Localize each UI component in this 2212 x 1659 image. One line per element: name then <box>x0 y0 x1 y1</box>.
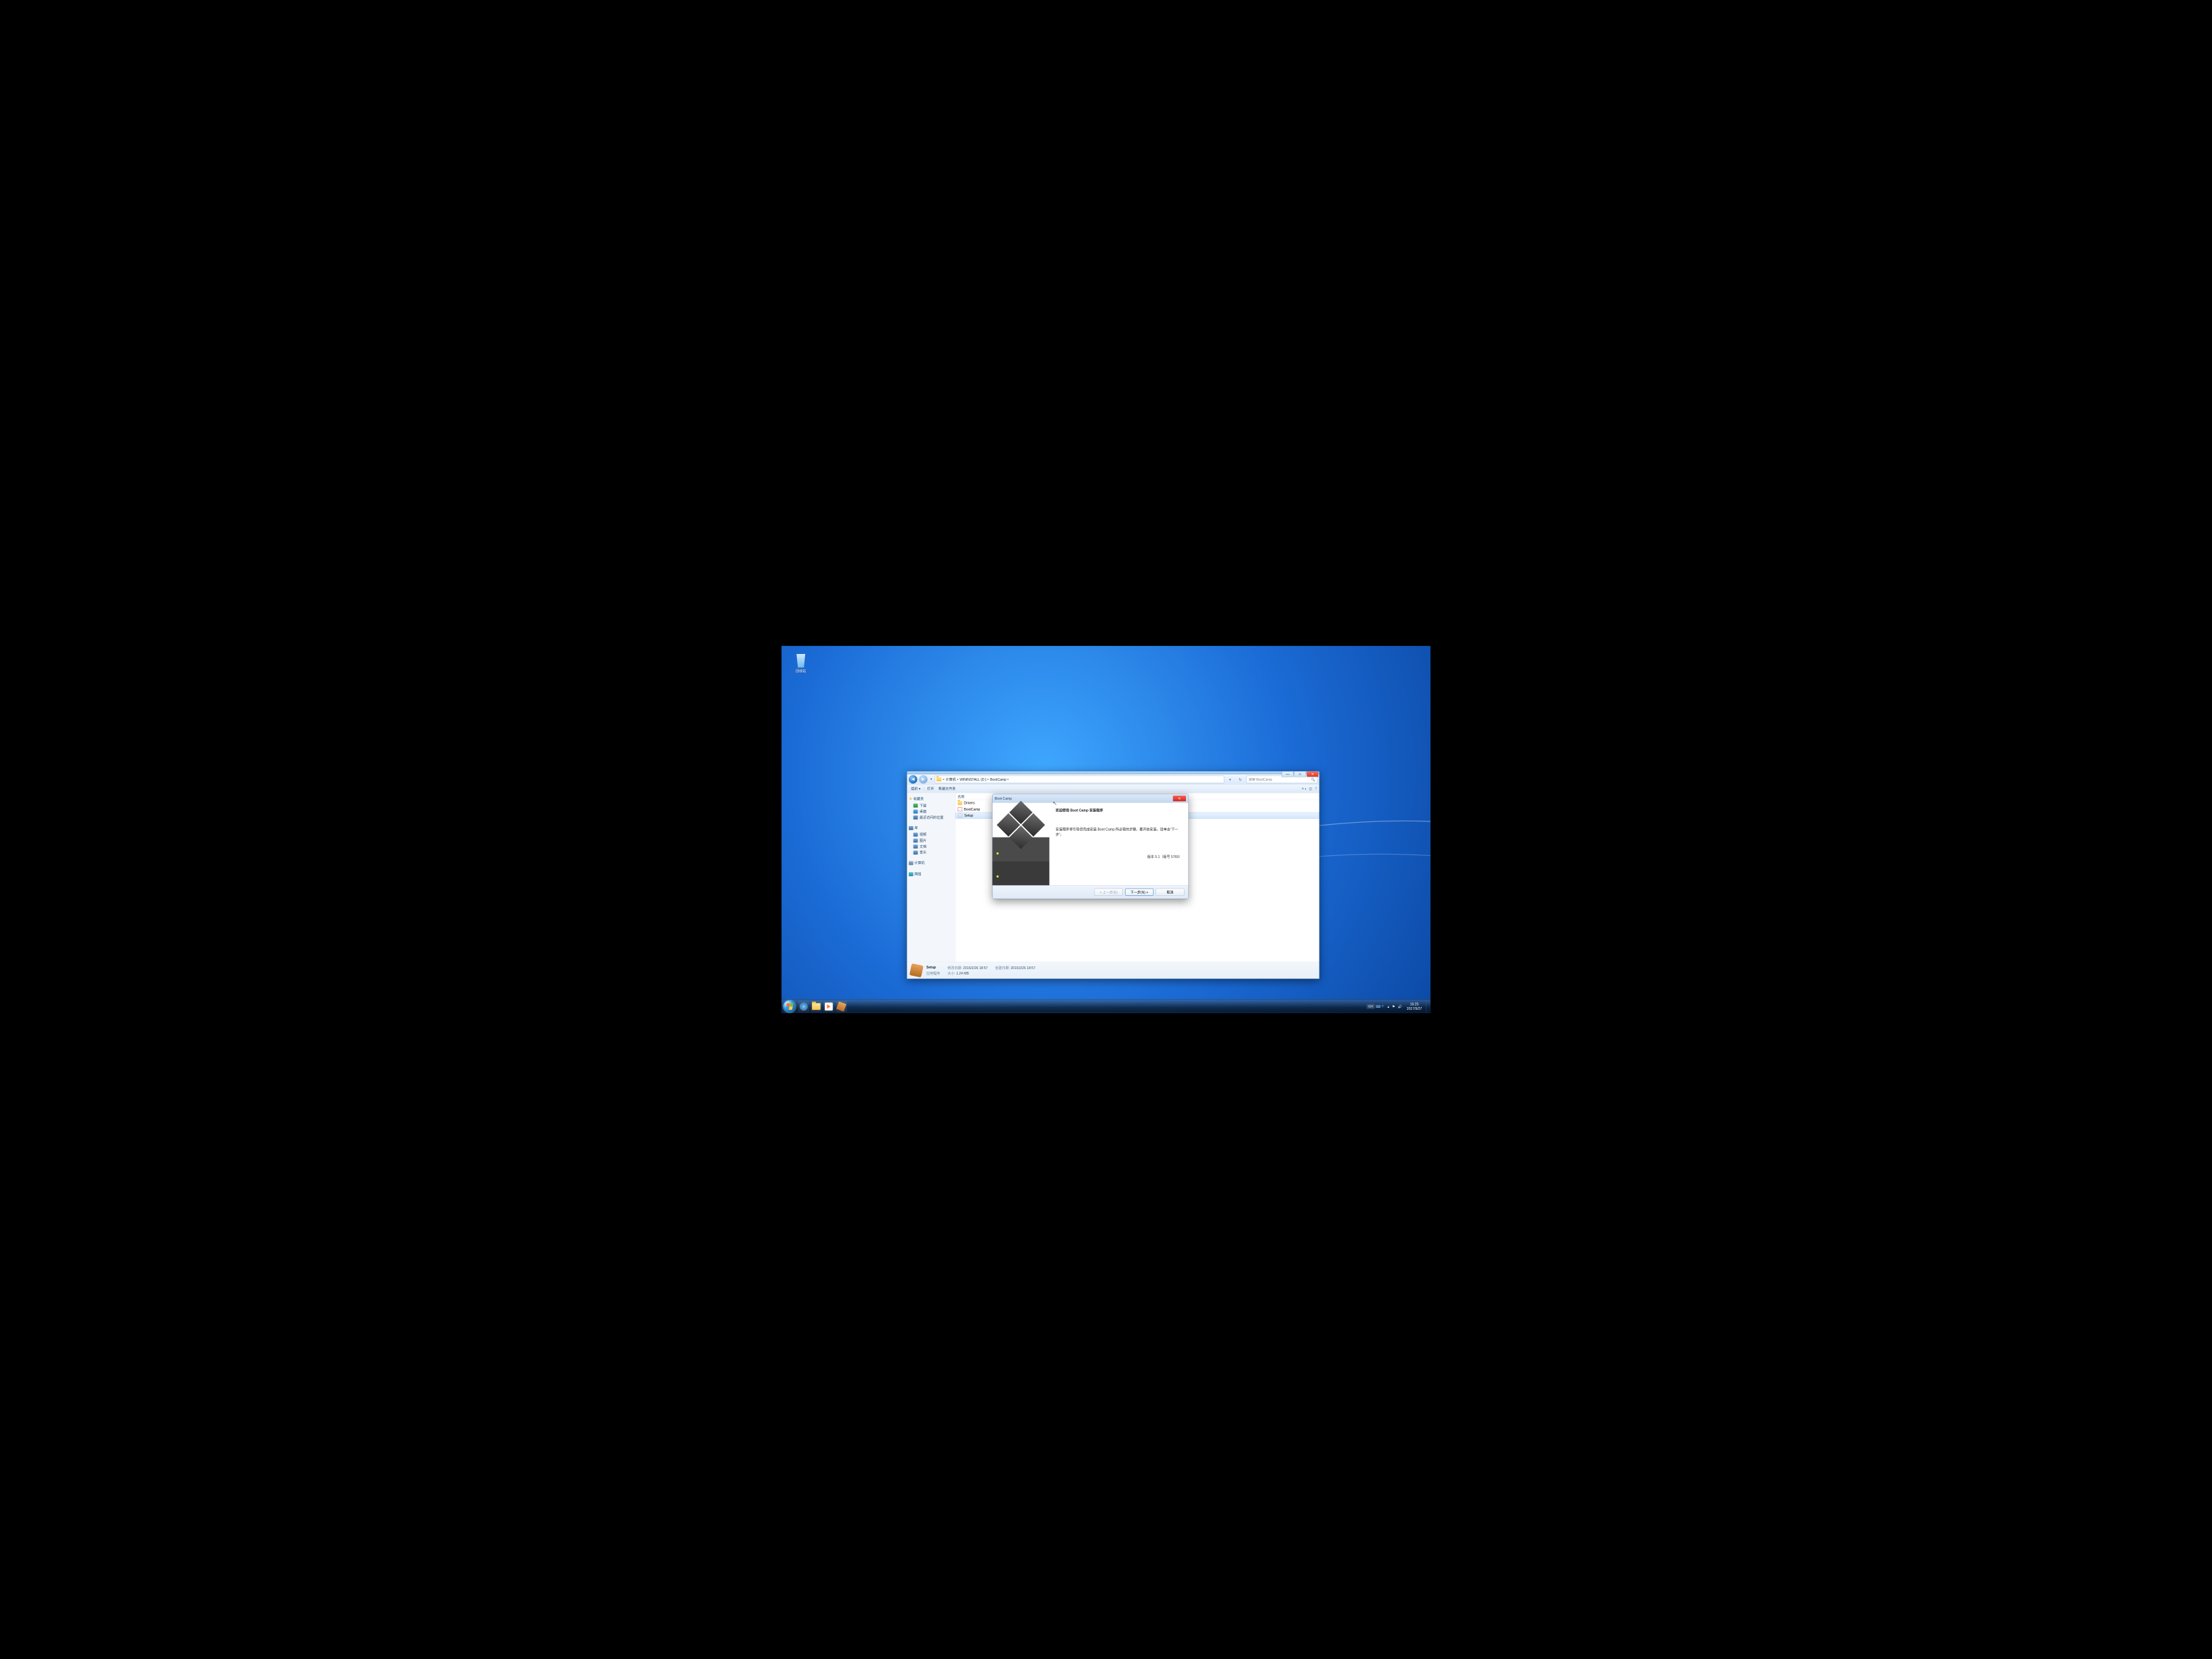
window-titlebar[interactable]: — □ ✕ <box>907 771 1319 774</box>
setup-icon <box>836 1001 846 1011</box>
show-desktop-button[interactable] <box>1426 1001 1429 1012</box>
breadcrumb[interactable]: ▸ 计算机 ▸ WININSTALL (D:) ▸ BootCamp ▸ <box>935 775 1225 783</box>
cancel-button[interactable]: 取消 <box>1156 888 1185 896</box>
back-button[interactable]: < 上一步(B) <box>1094 888 1123 896</box>
nav-music[interactable]: 音乐 <box>908 849 954 855</box>
nav-pictures[interactable]: 图片 <box>908 838 954 844</box>
nav-documents[interactable]: 文档 <box>908 844 954 850</box>
nav-videos[interactable]: 视频 <box>908 832 954 838</box>
keyboard-help-icon[interactable]: ⌨ ? <box>1376 1004 1383 1008</box>
address-dropdown-icon[interactable]: ▾ <box>1226 777 1235 781</box>
details-type: 应用程序 <box>926 970 940 975</box>
recycle-bin-icon <box>794 654 808 668</box>
details-pane: Setup 修改日期: 2015/2/26 18:57 创建日期: 2015/2… <box>907 962 1319 979</box>
nav-recent[interactable]: 最近访问的位置 <box>908 815 954 821</box>
bootcamp-logo-icon <box>997 801 1045 849</box>
taskbar-setup[interactable] <box>836 1001 847 1012</box>
dialog-body-text: 安装程序将引导您完成安装 Boot Camp 所必需的步骤。要开始安装，请单击“… <box>1056 827 1182 837</box>
recycle-bin-label: 回收站 <box>790 669 813 674</box>
nav-desktop[interactable]: 桌面 <box>908 808 954 815</box>
dialog-version: 版本 5.1（版号 5769） <box>1056 855 1182 859</box>
close-button[interactable]: ✕ <box>1307 771 1319 777</box>
media-player-icon <box>825 1002 833 1010</box>
maximize-button[interactable]: □ <box>1294 771 1307 777</box>
crumb-folder[interactable]: BootCamp <box>989 777 1007 781</box>
system-tray[interactable]: ▴ ⚑ 🔊 <box>1387 1004 1402 1008</box>
address-bar: ◄ ► ▼ ▸ 计算机 ▸ WININSTALL (D:) ▸ BootCamp… <box>907 775 1319 785</box>
toolbar: 组织 ▾ | 打开 新建文件夹 ≡ ▾ ◫ ? <box>907 785 1319 794</box>
taskbar-clock[interactable]: 16:25 2017/9/27 <box>1407 1002 1422 1010</box>
volume-icon[interactable]: 🔊 <box>1398 1004 1402 1008</box>
dialog-title: Boot Camp <box>995 796 1012 800</box>
favorites-header[interactable]: ★收藏夹 <box>909 796 953 801</box>
view-options-icon[interactable]: ≡ ▾ <box>1302 787 1306 791</box>
new-folder-button[interactable]: 新建文件夹 <box>937 785 957 792</box>
xml-file-icon <box>958 807 962 811</box>
installer-dialog: Boot Camp ✕ 欢迎使用 Boot Camp 安装程序 安装程序将引导您… <box>992 794 1189 899</box>
open-button[interactable]: 打开 <box>926 785 936 792</box>
libraries-header[interactable]: 库 <box>909 825 953 830</box>
dialog-button-row: < 上一步(B) 下一步(N) > 取消 <box>992 885 1188 899</box>
network-header[interactable]: 网络 <box>909 872 953 876</box>
desktop: 回收站 — □ ✕ ◄ ► ▼ ▸ 计算机 ▸ WININS <box>781 646 1431 1013</box>
folder-icon <box>958 801 962 805</box>
crumb-root[interactable]: 计算机 <box>945 777 957 781</box>
tray-up-icon[interactable]: ▴ <box>1387 1004 1389 1008</box>
back-button[interactable]: ◄ <box>909 775 918 784</box>
selected-file-icon <box>909 963 924 977</box>
dialog-close-button[interactable]: ✕ <box>1173 796 1186 801</box>
location-icon <box>937 777 942 781</box>
forward-button[interactable]: ► <box>919 775 928 784</box>
help-icon[interactable]: ? <box>1315 787 1317 791</box>
dialog-heading: 欢迎使用 Boot Camp 安装程序 <box>1056 808 1182 813</box>
organize-button[interactable]: 组织 ▾ <box>909 785 922 792</box>
nav-downloads[interactable]: 下载 <box>908 802 954 808</box>
taskbar-explorer[interactable] <box>811 1001 822 1012</box>
preview-pane-icon[interactable]: ◫ <box>1309 787 1312 791</box>
ie-icon <box>799 1002 808 1011</box>
ime-indicator[interactable]: CH <box>1367 1004 1375 1009</box>
details-name: Setup <box>926 965 940 970</box>
refresh-button[interactable]: ↻ <box>1236 777 1245 781</box>
navigation-pane: ★收藏夹 下载 桌面 最近访问的位置 库 视频 图片 文档 音乐 计算机 网络 <box>907 793 955 962</box>
exe-file-icon <box>958 813 963 817</box>
next-button[interactable]: 下一步(N) > <box>1125 888 1153 896</box>
action-center-icon[interactable]: ⚑ <box>1392 1004 1395 1008</box>
taskbar-ie[interactable] <box>798 1001 810 1012</box>
taskbar: CH ⌨ ? ▴ ⚑ 🔊 16:25 2017/9/27 <box>781 1000 1431 1013</box>
crumb-drive[interactable]: WININSTALL (D:) <box>958 777 987 781</box>
dialog-artwork <box>992 803 1049 886</box>
taskbar-media-player[interactable] <box>823 1001 835 1012</box>
nav-dropdown-icon[interactable]: ▼ <box>930 778 933 781</box>
minimize-button[interactable]: — <box>1282 771 1294 777</box>
recycle-bin[interactable]: 回收站 <box>790 654 813 674</box>
computer-header[interactable]: 计算机 <box>909 861 953 865</box>
folder-icon <box>812 1003 821 1010</box>
start-button[interactable] <box>783 1000 796 1012</box>
search-placeholder: 搜索 BootCamp <box>1248 777 1272 781</box>
